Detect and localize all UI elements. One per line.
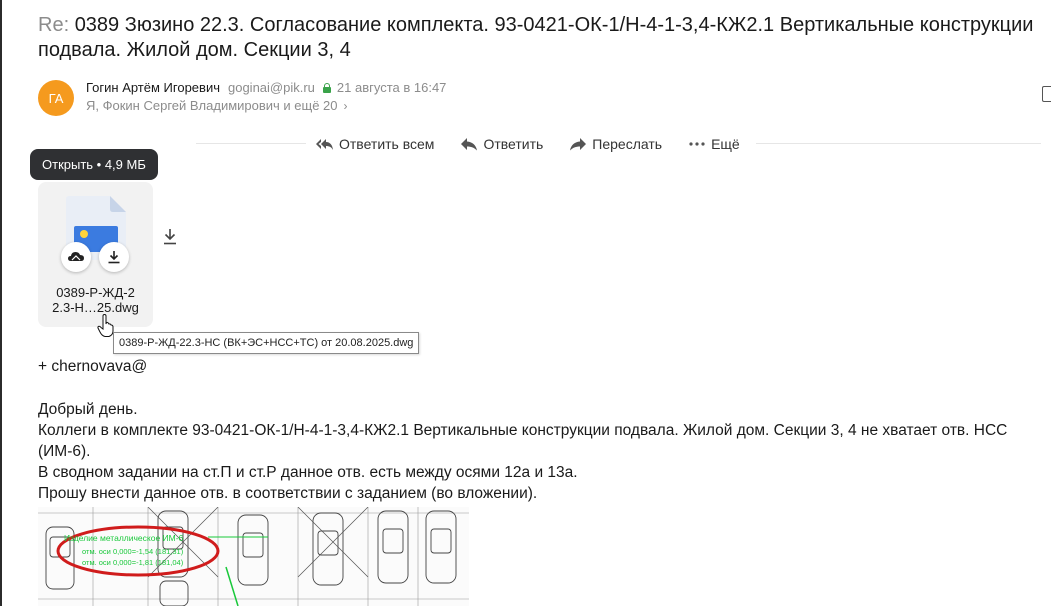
attachment-filename-line2: 2.3-Н…25.dwg — [52, 300, 139, 315]
recipients-text: Я, Фокин Сергей Владимирович и ещё 20 — [86, 98, 338, 113]
more-label: Ещё — [711, 136, 740, 152]
reply-icon — [460, 137, 478, 151]
drawing-label-1: Изделие металлическое ИМ-6 — [64, 533, 184, 543]
greeting-line: Добрый день. — [38, 401, 138, 418]
sender-line: Гогин Артём Игоревич goginai@pik.ru 21 а… — [86, 80, 446, 95]
download-icon — [164, 229, 176, 245]
email-subject: Re: 0389 Зюзино 22.3. Согласование компл… — [38, 13, 1046, 63]
reply-all-button[interactable]: Ответить всем — [316, 136, 434, 152]
open-attachment-tooltip: Открыть • 4,9 МБ — [30, 149, 158, 180]
sender-avatar[interactable]: ГА — [38, 80, 74, 116]
download-icon — [108, 251, 120, 264]
print-icon[interactable] — [1042, 86, 1051, 102]
cad-drawing: Изделие металлическое ИМ-6 отм. оси 0,00… — [38, 507, 469, 606]
drawing-label-3: отм. оси 0,000=-1,81 (181,04) — [82, 558, 184, 567]
forward-icon — [569, 137, 587, 151]
cloud-icon — [68, 252, 84, 261]
attachment-download-button[interactable] — [99, 242, 129, 272]
body-line-1: Коллеги в комплекте 93-0421-ОК-1/Н-4-1-3… — [38, 422, 1008, 460]
body-line-3: Прошу внести данное отв. в соответствии … — [38, 485, 538, 502]
lock-icon — [322, 82, 331, 93]
open-in-viewer-button[interactable] — [61, 242, 91, 272]
attachment-filename: 0389-Р-ЖД-2 2.3-Н…25.dwg — [38, 285, 153, 315]
more-button[interactable]: Ещё — [688, 136, 740, 152]
inline-drawing-image[interactable]: Изделие металлическое ИМ-6 отм. оси 0,00… — [38, 507, 469, 606]
filename-tooltip: 0389-Р-ЖД-22.3-НС (ВК+ЭС+НСС+ТС) от 20.0… — [113, 332, 420, 354]
reply-label: Ответить — [483, 136, 544, 152]
body-line-2: В сводном задании на ст.П и ст.Р данное … — [38, 464, 578, 481]
mention-line: + chernovava@ — [38, 358, 148, 375]
forward-button[interactable]: Переслать — [569, 136, 662, 152]
recipients-list[interactable]: Я, Фокин Сергей Владимирович и ещё 20 › — [86, 98, 348, 113]
drawing-label-2: отм. оси 0,000=-1,54 (181,31) — [82, 547, 184, 556]
window-edge — [0, 0, 2, 606]
sender-name[interactable]: Гогин Артём Игоревич — [86, 80, 220, 95]
reply-all-label: Ответить всем — [339, 136, 435, 152]
subject-text: 0389 Зюзино 22.3. Согласование комплекта… — [38, 14, 1034, 61]
attachment-filename-line1: 0389-Р-ЖД-2 — [56, 285, 135, 300]
sender-email[interactable]: goginai@pik.ru — [228, 80, 315, 95]
email-body: + chernovava@ Добрый день. Коллеги в ком… — [38, 356, 1048, 504]
reply-button[interactable]: Ответить — [460, 136, 543, 152]
sent-date: 21 августа в 16:47 — [336, 80, 447, 95]
subject-prefix: Re: — [38, 14, 70, 36]
reply-all-icon — [316, 137, 334, 151]
forward-label: Переслать — [592, 136, 663, 152]
download-all-button[interactable] — [162, 228, 178, 246]
attachment-card[interactable]: 0389-Р-ЖД-2 2.3-Н…25.dwg — [38, 182, 153, 327]
chevron-right-icon: › — [343, 98, 348, 113]
email-actions-toolbar: Ответить всем Ответить Переслать Ещё — [306, 132, 756, 156]
more-dots-icon — [688, 137, 706, 151]
